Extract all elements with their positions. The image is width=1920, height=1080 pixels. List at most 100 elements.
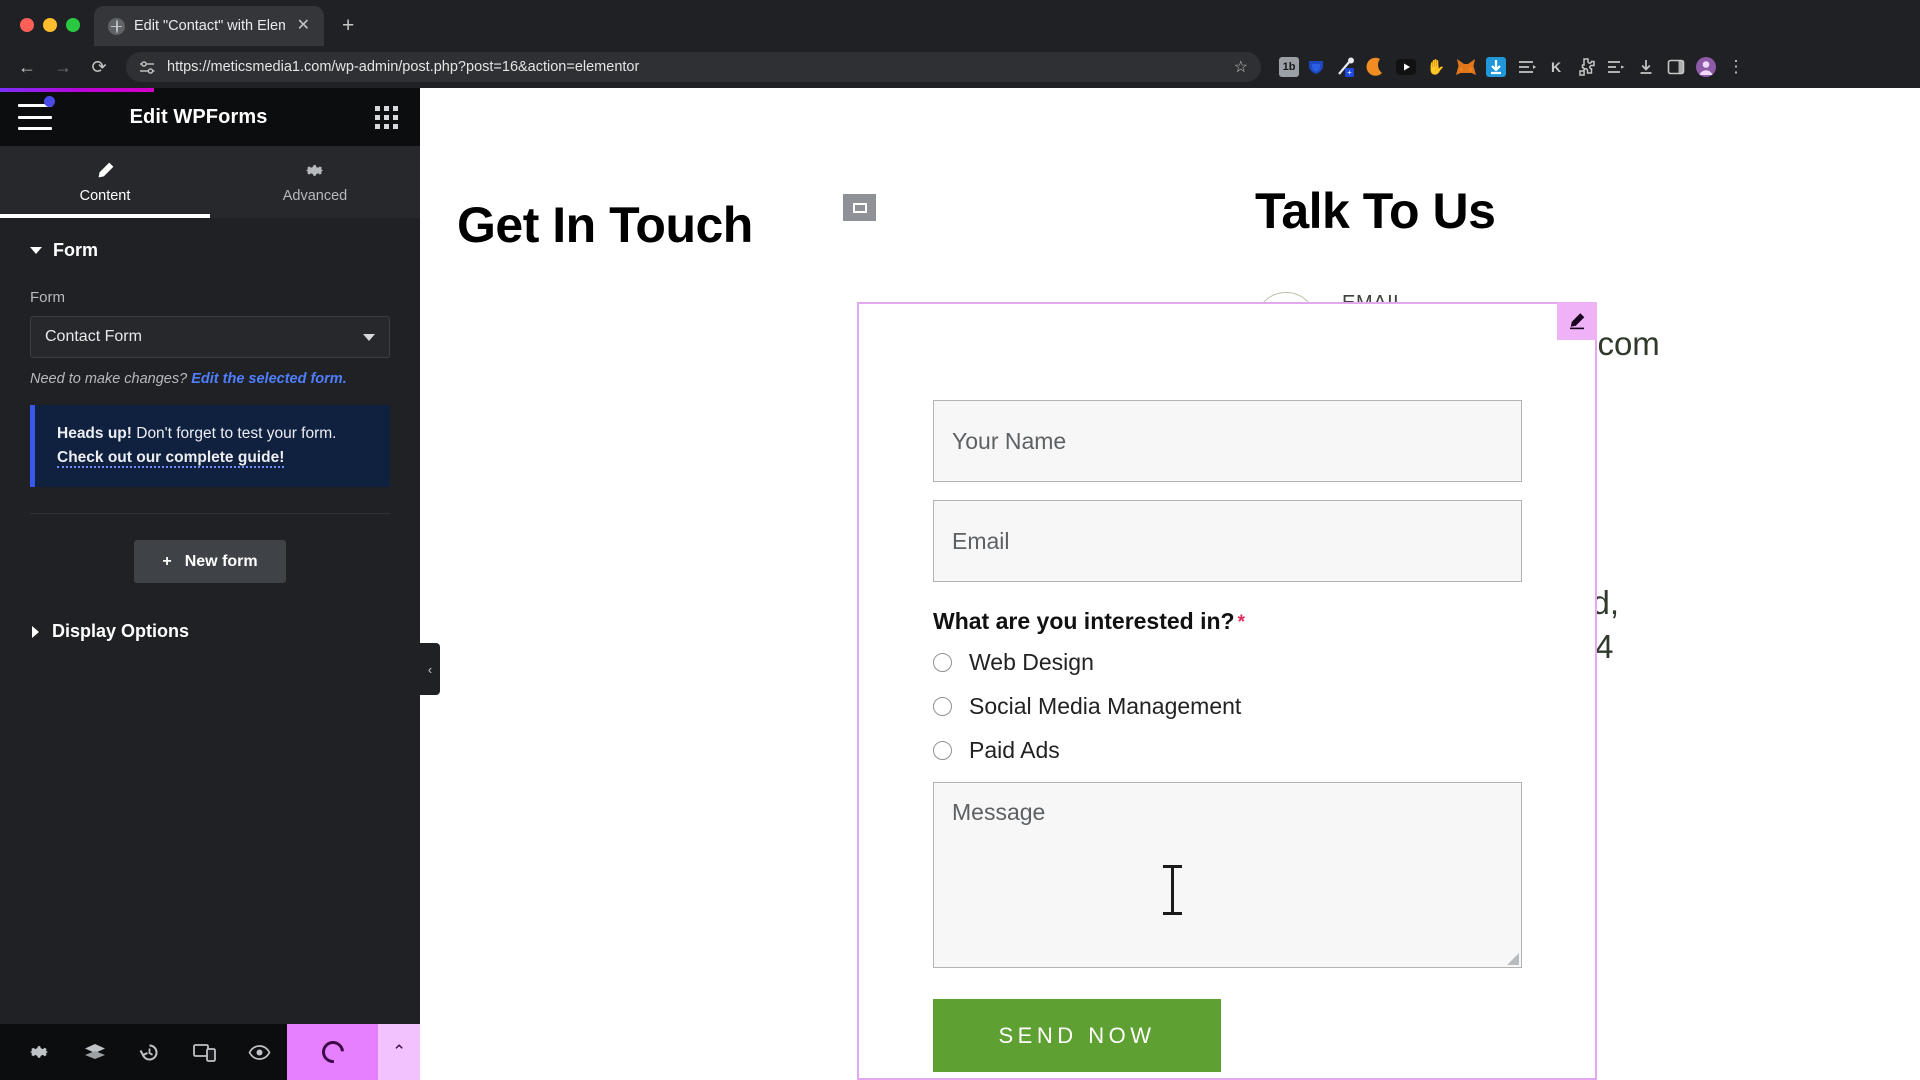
moon-extension-icon[interactable] — [1363, 54, 1389, 80]
radio-option-social-media-management[interactable]: Social Media Management — [933, 693, 1595, 720]
form-select-value: Contact Form — [45, 328, 142, 345]
bookmark-star-icon[interactable]: ☆ — [1234, 57, 1248, 77]
grab-extension-icon[interactable]: ✋ — [1423, 54, 1449, 80]
colorpicker-extension-icon[interactable]: + — [1333, 54, 1359, 80]
talk-to-us-title: Talk To Us — [1255, 183, 1496, 239]
email-placeholder: Email — [952, 527, 1010, 554]
new-tab-button[interactable]: + — [342, 15, 354, 36]
radio-icon[interactable] — [933, 741, 952, 760]
close-window-button[interactable] — [20, 18, 34, 32]
edit-widget-badge[interactable] — [1557, 302, 1597, 340]
address-bar[interactable]: https://meticsmedia1.com/wp-admin/post.p… — [126, 52, 1261, 82]
edit-selected-form-link[interactable]: Edit the selected form. — [191, 371, 347, 387]
notification-badge — [44, 96, 55, 107]
send-now-button[interactable]: SEND NOW — [933, 999, 1221, 1072]
tab-advanced-label: Advanced — [282, 187, 348, 204]
wpforms-widget[interactable]: Your Name Email What are you interested … — [857, 302, 1597, 1080]
back-button[interactable]: ← — [12, 52, 42, 82]
browser-tab[interactable]: Edit "Contact" with Elementor ✕ — [94, 6, 324, 46]
text-cursor-icon — [1163, 865, 1182, 915]
panel-collapse-handle[interactable]: ‹ — [420, 643, 440, 695]
radio-option-web-design[interactable]: Web Design — [933, 649, 1595, 676]
downloads-button-icon[interactable] — [1633, 54, 1659, 80]
required-asterisk: * — [1237, 612, 1246, 633]
preview-changes-icon[interactable] — [232, 1024, 287, 1080]
navigator-icon[interactable] — [67, 1024, 122, 1080]
your-name-placeholder: Your Name — [952, 427, 1067, 454]
puzzle-extensions-icon[interactable] — [1573, 54, 1599, 80]
history-icon[interactable] — [122, 1024, 177, 1080]
reload-button[interactable]: ⟳ — [84, 52, 114, 82]
tab-advanced[interactable]: Advanced — [210, 146, 420, 218]
display-options-section-header[interactable]: Display Options — [0, 583, 420, 642]
chevron-down-icon — [363, 333, 375, 341]
radio-label: Social Media Management — [969, 693, 1242, 719]
apps-grid-icon[interactable] — [375, 105, 398, 129]
browser-nav-bar: ← → ⟳ https://meticsmedia1.com/wp-admin/… — [0, 46, 1920, 88]
kiwi-extension-icon[interactable]: K — [1543, 54, 1569, 80]
extension-toolbar: 1b + ✋ K ⋮ — [1271, 54, 1749, 80]
display-options-title: Display Options — [52, 621, 190, 642]
form-select-block: Form Contact Form Need to make changes? … — [0, 289, 420, 488]
elementor-editor: Edit WPForms Content Advanced Form Form … — [0, 88, 1920, 1080]
video-downloader-extension-icon[interactable] — [1393, 54, 1419, 80]
panel-body: Form Form Contact Form Need to make chan… — [0, 218, 420, 1024]
edit-form-hint-prefix: Need to make changes? — [30, 371, 192, 387]
browser-tab-title: Edit "Contact" with Elementor — [134, 18, 285, 34]
message-textarea[interactable]: Message — [933, 782, 1522, 968]
form-field-label: Form — [30, 289, 65, 306]
tab-content[interactable]: Content — [0, 146, 210, 218]
publish-button[interactable] — [287, 1024, 379, 1080]
page-title: Get In Touch — [457, 197, 753, 253]
url-text: https://meticsmedia1.com/wp-admin/post.p… — [167, 59, 640, 75]
radio-icon[interactable] — [933, 697, 952, 716]
radio-icon[interactable] — [933, 653, 952, 672]
maximize-window-button[interactable] — [66, 18, 80, 32]
your-name-input[interactable]: Your Name — [933, 400, 1522, 482]
notice-lead: Heads up! — [57, 425, 132, 442]
profile-avatar-icon[interactable] — [1693, 54, 1719, 80]
elementor-panel: Edit WPForms Content Advanced Form Form … — [0, 88, 420, 1080]
email-input[interactable]: Email — [933, 500, 1522, 582]
side-panel-icon[interactable] — [1663, 54, 1689, 80]
interest-question-text: What are you interested in? — [933, 608, 1235, 634]
minimize-window-button[interactable] — [43, 18, 57, 32]
svg-text:+: + — [1347, 68, 1352, 77]
heads-up-notice: Heads up! Don't forget to test your form… — [30, 405, 390, 488]
bitwarden-extension-icon[interactable] — [1303, 54, 1329, 80]
publish-options-button[interactable]: ⌃ — [378, 1024, 420, 1080]
radio-label: Web Design — [969, 649, 1094, 675]
tab-strip: Edit "Contact" with Elementor ✕ + — [0, 0, 1920, 46]
section-handle-icon — [852, 202, 867, 213]
footer-tools — [0, 1024, 287, 1080]
new-form-button[interactable]: + New form — [134, 540, 286, 584]
close-icon[interactable]: ✕ — [294, 16, 313, 36]
responsive-mode-icon[interactable] — [177, 1024, 232, 1080]
browser-chrome: Edit "Contact" with Elementor ✕ + ← → ⟳ … — [0, 0, 1920, 88]
panel-header: Edit WPForms — [0, 88, 420, 146]
chrome-menu-icon[interactable]: ⋮ — [1723, 54, 1749, 80]
preview-canvas: Get In Touch Your Name Email What are yo… — [420, 88, 1920, 1080]
chevron-down-icon — [30, 247, 42, 254]
reading-list-icon[interactable] — [1603, 54, 1629, 80]
gear-icon — [305, 161, 325, 180]
forward-button[interactable]: → — [48, 52, 78, 82]
interest-question-label: What are you interested in? * — [933, 608, 1595, 635]
message-placeholder: Message — [952, 799, 1046, 825]
notice-link[interactable]: Check out our complete guide! — [57, 449, 285, 469]
metamask-extension-icon[interactable] — [1453, 54, 1479, 80]
edit-section-handle[interactable] — [843, 194, 876, 221]
form-section-header[interactable]: Form — [0, 218, 420, 277]
panel-tabs: Content Advanced — [0, 146, 420, 218]
preview-left-column: Get In Touch Your Name Email What are yo… — [420, 88, 1597, 1080]
turbo-extension-icon[interactable] — [1513, 54, 1539, 80]
loading-progress-bar — [0, 88, 154, 92]
settings-icon[interactable] — [12, 1024, 67, 1080]
download-extension-icon[interactable] — [1483, 54, 1509, 80]
resize-handle-icon[interactable] — [1507, 953, 1519, 965]
tune-icon[interactable] — [139, 60, 156, 75]
form-select[interactable]: Contact Form — [30, 316, 390, 358]
radio-option-paid-ads[interactable]: Paid Ads — [933, 737, 1595, 764]
adblock-extension-icon[interactable]: 1b — [1279, 57, 1299, 77]
hamburger-menu-icon[interactable] — [18, 96, 55, 130]
